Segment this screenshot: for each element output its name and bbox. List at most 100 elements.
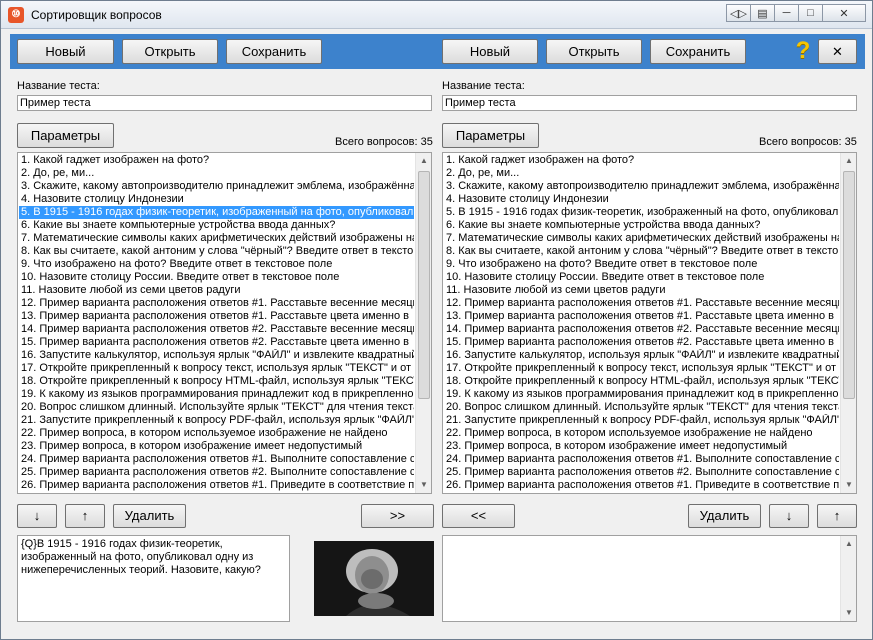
list-item[interactable]: 20. Вопрос слишком длинный. Используйте …	[444, 401, 839, 414]
right-open-button[interactable]: Открыть	[546, 39, 642, 64]
list-item[interactable]: 6. Какие вы знаете компьютерные устройст…	[444, 219, 839, 232]
app-window: ⑩ Сортировщик вопросов ◁▷ ▤ ─ □ ✕ Новый …	[0, 0, 873, 640]
right-save-button[interactable]: Сохранить	[650, 39, 746, 64]
list-item[interactable]: 27. Пример варианта расположения ответов…	[444, 492, 839, 493]
move-right-button[interactable]: >>	[361, 504, 434, 528]
right-question-text[interactable]	[442, 535, 857, 622]
swap-icon[interactable]: ◁▷	[726, 4, 751, 22]
list-item[interactable]: 11. Назовите любой из семи цветов радуги	[444, 284, 839, 297]
right-params-button[interactable]: Параметры	[442, 123, 539, 148]
right-scrollbar[interactable]: ▲ ▼	[840, 153, 856, 493]
list-item[interactable]: 20. Вопрос слишком длинный. Используйте …	[19, 401, 414, 414]
list-item[interactable]: 14. Пример варианта расположения ответов…	[19, 323, 414, 336]
list-item[interactable]: 7. Математические символы каких арифмети…	[444, 232, 839, 245]
list-item[interactable]: 21. Запустите прикрепленный к вопросу PD…	[19, 414, 414, 427]
list-item[interactable]: 16. Запустите калькулятор, используя ярл…	[444, 349, 839, 362]
list-item[interactable]: 25. Пример варианта расположения ответов…	[444, 466, 839, 479]
help-icon[interactable]: ?	[790, 38, 816, 64]
left-move-down-button[interactable]: ↓	[17, 504, 57, 528]
left-new-button[interactable]: Новый	[17, 39, 114, 64]
maximize-button[interactable]: □	[798, 4, 823, 22]
list-item[interactable]: 17. Откройте прикрепленный к вопросу тек…	[444, 362, 839, 375]
list-item[interactable]: 13. Пример варианта расположения ответов…	[19, 310, 414, 323]
list-item[interactable]: 3. Скажите, какому автопроизводителю при…	[444, 180, 839, 193]
left-question-list[interactable]: 1. Какой гаджет изображен на фото? 2. До,…	[17, 152, 432, 494]
list-item[interactable]: 15. Пример варианта расположения ответов…	[19, 336, 414, 349]
left-move-up-button[interactable]: ↑	[65, 504, 105, 528]
list-item[interactable]: 1. Какой гаджет изображен на фото?	[19, 154, 414, 167]
list-item[interactable]: 10. Назовите столицу России. Введите отв…	[19, 271, 414, 284]
scroll-down-icon[interactable]: ▼	[841, 477, 856, 493]
minimize-button[interactable]: ─	[774, 4, 799, 22]
list-item[interactable]: 8. Как вы считаете, какой антоним у слов…	[19, 245, 414, 258]
scroll-up-icon[interactable]: ▲	[841, 536, 857, 552]
list-item[interactable]: 6. Какие вы знаете компьютерные устройст…	[19, 219, 414, 232]
list-item[interactable]: 2. До, ре, ми...	[19, 167, 414, 180]
list-item[interactable]: 24. Пример варианта расположения ответов…	[444, 453, 839, 466]
pages-icon[interactable]: ▤	[750, 4, 775, 22]
list-item[interactable]: 4. Назовите столицу Индонезии	[444, 193, 839, 206]
left-scrollbar[interactable]: ▲ ▼	[415, 153, 431, 493]
list-item[interactable]: 4. Назовите столицу Индонезии	[19, 193, 414, 206]
right-text-scrollbar[interactable]: ▲ ▼	[840, 536, 856, 621]
scroll-thumb[interactable]	[843, 171, 855, 399]
list-item[interactable]: 23. Пример вопроса, в котором изображени…	[19, 440, 414, 453]
right-move-down-button[interactable]: ↓	[769, 504, 809, 528]
move-left-button[interactable]: <<	[442, 504, 515, 528]
list-item[interactable]: 12. Пример варианта расположения ответов…	[444, 297, 839, 310]
list-item[interactable]: 11. Назовите любой из семи цветов радуги	[19, 284, 414, 297]
list-item[interactable]: 1. Какой гаджет изображен на фото?	[444, 154, 839, 167]
right-move-up-button[interactable]: ↑	[817, 504, 857, 528]
window-title: Сортировщик вопросов	[31, 8, 162, 22]
scroll-down-icon[interactable]: ▼	[841, 605, 857, 621]
list-item[interactable]: 9. Что изображено на фото? Введите ответ…	[19, 258, 414, 271]
list-item[interactable]: 10. Назовите столицу России. Введите отв…	[444, 271, 839, 284]
left-question-text[interactable]: {Q}В 1915 - 1916 годах физик-теоретик, и…	[17, 535, 290, 622]
list-item[interactable]: 18. Откройте прикрепленный к вопросу HTM…	[19, 375, 414, 388]
list-item[interactable]: 23. Пример вопроса, в котором изображени…	[444, 440, 839, 453]
list-item[interactable]: 27. Пример варианта расположения ответов…	[19, 492, 414, 493]
list-item[interactable]: 7. Математические символы каких арифмети…	[19, 232, 414, 245]
list-item[interactable]: 22. Пример вопроса, в котором используем…	[19, 427, 414, 440]
list-item[interactable]: 8. Как вы считаете, какой антоним у слов…	[444, 245, 839, 258]
scroll-up-icon[interactable]: ▲	[416, 153, 431, 169]
list-item[interactable]: 15. Пример варианта расположения ответов…	[444, 336, 839, 349]
left-save-button[interactable]: Сохранить	[226, 39, 322, 64]
list-item[interactable]: 5. В 1915 - 1916 годах физик-теоретик, и…	[19, 206, 414, 219]
right-test-name-input[interactable]: Пример теста	[442, 95, 857, 111]
list-item[interactable]: 22. Пример вопроса, в котором используем…	[444, 427, 839, 440]
left-params-button[interactable]: Параметры	[17, 123, 114, 148]
left-delete-button[interactable]: Удалить	[113, 504, 186, 528]
list-item[interactable]: 26. Пример варианта расположения ответов…	[444, 479, 839, 492]
app-icon: ⑩	[8, 7, 24, 23]
list-item[interactable]: 2. До, ре, ми...	[444, 167, 839, 180]
right-question-list[interactable]: 1. Какой гаджет изображен на фото? 2. До,…	[442, 152, 857, 494]
list-item[interactable]: 9. Что изображено на фото? Введите ответ…	[444, 258, 839, 271]
right-rows: 1. Какой гаджет изображен на фото? 2. До,…	[444, 154, 839, 493]
list-item[interactable]: 24. Пример варианта расположения ответов…	[19, 453, 414, 466]
list-item[interactable]: 21. Запустите прикрепленный к вопросу PD…	[444, 414, 839, 427]
right-delete-button[interactable]: Удалить	[688, 504, 761, 528]
list-item[interactable]: 14. Пример варианта расположения ответов…	[444, 323, 839, 336]
left-rows: 1. Какой гаджет изображен на фото? 2. До,…	[19, 154, 414, 493]
list-item[interactable]: 19. К какому из языков программирования …	[19, 388, 414, 401]
list-item[interactable]: 12. Пример варианта расположения ответов…	[19, 297, 414, 310]
list-item[interactable]: 25. Пример варианта расположения ответов…	[19, 466, 414, 479]
close-window-button[interactable]: ✕	[822, 4, 866, 22]
list-item[interactable]: 17. Откройте прикрепленный к вопросу тек…	[19, 362, 414, 375]
close-button[interactable]: ✕	[818, 39, 857, 64]
list-item[interactable]: 5. В 1915 - 1916 годах физик-теоретик, и…	[444, 206, 839, 219]
scroll-down-icon[interactable]: ▼	[416, 477, 431, 493]
list-item[interactable]: 16. Запустите калькулятор, используя ярл…	[19, 349, 414, 362]
list-item[interactable]: 19. К какому из языков программирования …	[444, 388, 839, 401]
left-test-name-input[interactable]: Пример теста	[17, 95, 432, 111]
scroll-up-icon[interactable]: ▲	[841, 153, 856, 169]
list-item[interactable]: 26. Пример варианта расположения ответов…	[19, 479, 414, 492]
left-total-count: Всего вопросов: 35	[335, 136, 433, 148]
list-item[interactable]: 3. Скажите, какому автопроизводителю при…	[19, 180, 414, 193]
scroll-thumb[interactable]	[418, 171, 430, 399]
list-item[interactable]: 13. Пример варианта расположения ответов…	[444, 310, 839, 323]
left-open-button[interactable]: Открыть	[122, 39, 218, 64]
right-new-button[interactable]: Новый	[442, 39, 538, 64]
list-item[interactable]: 18. Откройте прикрепленный к вопросу HTM…	[444, 375, 839, 388]
